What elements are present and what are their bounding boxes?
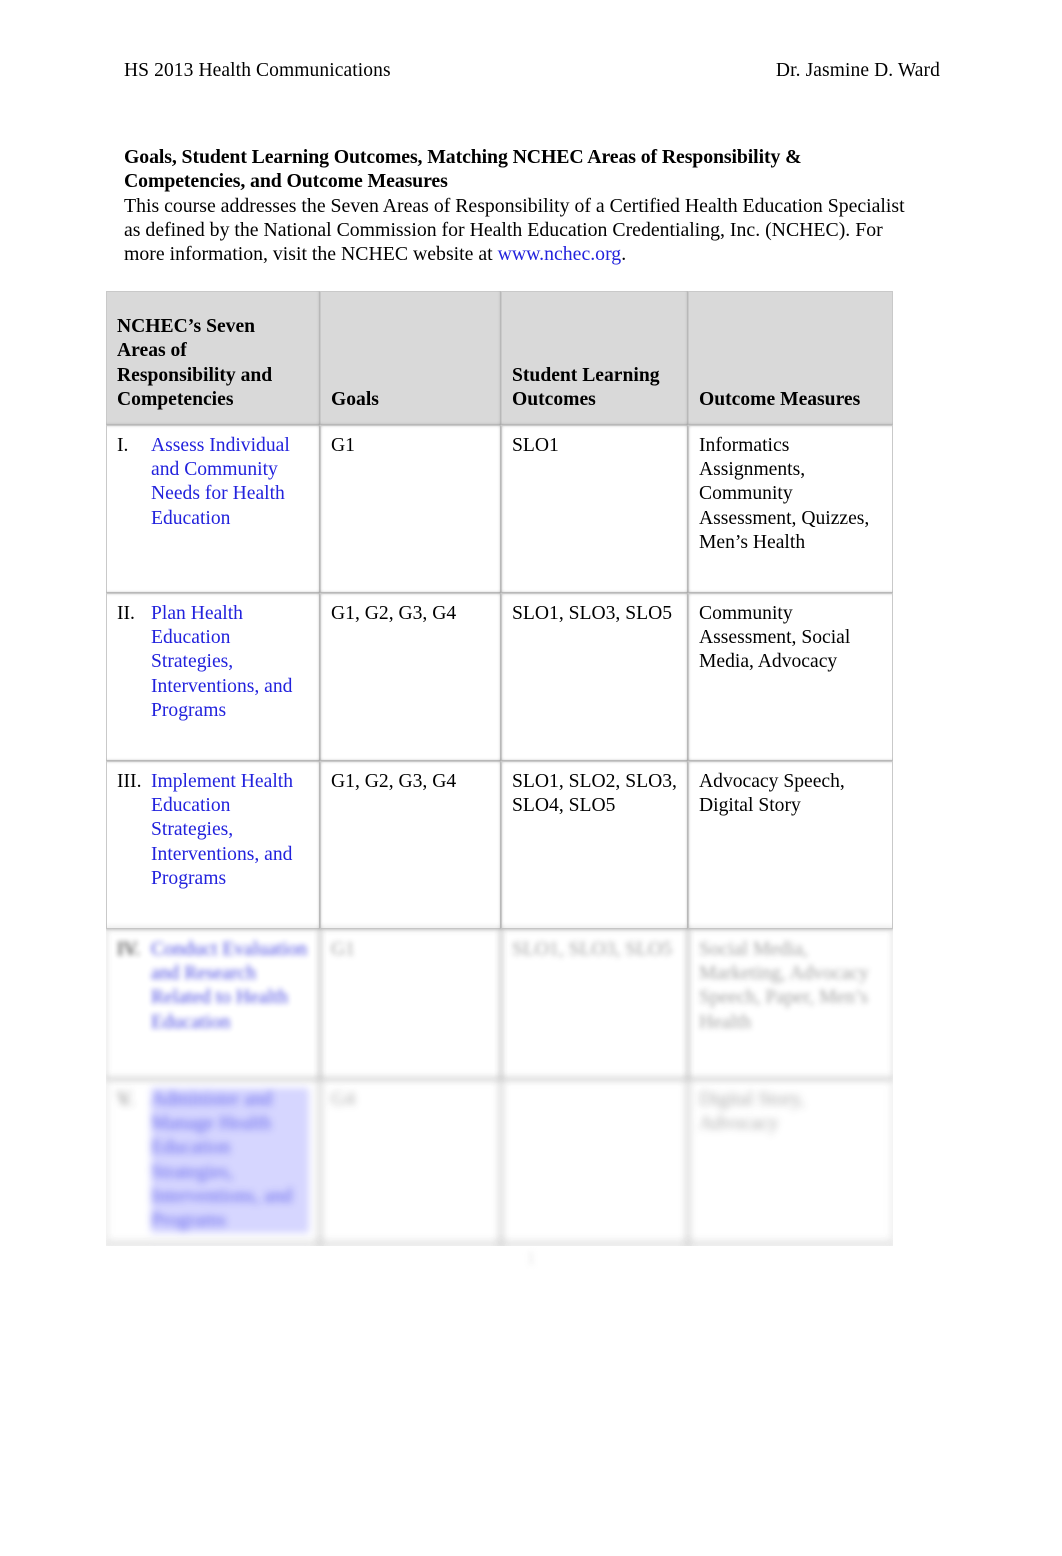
document-page: HS 2013 Health Communications Dr. Jasmin… bbox=[0, 0, 1062, 1556]
table-row: II. Plan Health Education Strategies, In… bbox=[106, 593, 893, 761]
column-header-areas-l4: Competencies bbox=[117, 388, 234, 410]
outcomes-table-wrapper: NCHEC’s Seven Areas of Responsibility an… bbox=[106, 291, 893, 1246]
cell-goals: G1 bbox=[320, 425, 501, 593]
cell-slos bbox=[501, 1079, 688, 1245]
column-header-slos-l2: Outcomes bbox=[512, 388, 596, 410]
cell-slos: SLO1, SLO3, SLO5 bbox=[501, 929, 688, 1079]
section-heading: Goals, Student Learning Outcomes, Matchi… bbox=[124, 145, 914, 194]
cell-measures: Informatics Assignments, Community Asses… bbox=[688, 425, 893, 593]
table-row: V. Administer and Manage Health Educatio… bbox=[106, 1079, 893, 1245]
table-row: VI. Serve as a Health Education Resource… bbox=[106, 1244, 893, 1246]
cell-measures: Community Assessment, Social Media, Advo… bbox=[688, 593, 893, 761]
cell-area: III. Implement Health Education Strategi… bbox=[106, 761, 320, 929]
cell-area: II. Plan Health Education Strategies, In… bbox=[106, 593, 320, 761]
cell-measures: Social Media, Marketing, Advocacy Speech… bbox=[688, 929, 893, 1079]
row-numeral: V. bbox=[117, 1089, 134, 1110]
column-header-areas-l3: Responsibility and bbox=[117, 364, 273, 386]
row-area-label: Assess Individual and Community Needs fo… bbox=[151, 435, 290, 529]
row-numeral: IV. bbox=[117, 939, 141, 960]
cell-goals: G1, G2, G3 bbox=[320, 1244, 501, 1246]
cell-goals: G1, G2, G3, G4 bbox=[320, 593, 501, 761]
cell-slos: SLO1 bbox=[501, 425, 688, 593]
column-header-measures: Outcome Measures bbox=[688, 291, 893, 425]
page-number: 1 bbox=[526, 1248, 536, 1268]
cell-slos: SLO1, SLO2, SLO3, SLO4, SLO5 bbox=[501, 1244, 688, 1246]
row-numeral: I. bbox=[117, 435, 129, 456]
table-row: I. Assess Individual and Community Needs… bbox=[106, 425, 893, 593]
section-heading-line-2: Competencies, and Outcome Measures bbox=[124, 170, 448, 193]
column-header-areas-l1: NCHEC’s Seven bbox=[117, 316, 256, 338]
cell-slos: SLO1, SLO3, SLO5 bbox=[501, 593, 688, 761]
nchec-website-link[interactable]: www.nchec.org bbox=[498, 243, 622, 265]
row-area-label: Administer and Manage Health Education S… bbox=[151, 1088, 309, 1234]
cell-area: VI. Serve as a Health Education Resource… bbox=[106, 1244, 320, 1246]
section-heading-line-1: Goals, Student Learning Outcomes, Matchi… bbox=[124, 146, 802, 168]
row-numeral: III. bbox=[117, 771, 142, 792]
column-header-areas-l2: Areas of bbox=[117, 340, 187, 362]
row-area-label: Implement Health Education Strategies, I… bbox=[151, 771, 294, 889]
header-instructor-name: Dr. Jasmine D. Ward bbox=[775, 60, 940, 81]
header-course-title: HS 2013 Health Communications bbox=[124, 60, 391, 81]
cell-goals: G1 bbox=[320, 929, 501, 1079]
column-header-slos-l1: Student Learning bbox=[512, 364, 660, 386]
cell-goals: G1, G2, G3, G4 bbox=[320, 761, 501, 929]
running-header: HS 2013 Health Communications Dr. Jasmin… bbox=[124, 58, 940, 84]
cell-area: V. Administer and Manage Health Educatio… bbox=[106, 1079, 320, 1245]
intro-block: Goals, Student Learning Outcomes, Matchi… bbox=[124, 145, 914, 266]
cell-slos: SLO1, SLO2, SLO3, SLO4, SLO5 bbox=[501, 761, 688, 929]
cell-measures: Informatics Assignments, Community Asses… bbox=[688, 1244, 893, 1246]
cell-area: I. Assess Individual and Community Needs… bbox=[106, 425, 320, 593]
intro-paragraph-tail: . bbox=[621, 243, 627, 266]
column-header-slos: Student Learning Outcomes bbox=[501, 291, 688, 425]
table-row: III. Implement Health Education Strategi… bbox=[106, 761, 893, 929]
cell-area: IV. Conduct Evaluation and Research Rela… bbox=[106, 929, 320, 1079]
column-header-areas: NCHEC’s Seven Areas of Responsibility an… bbox=[106, 291, 320, 425]
intro-paragraph: This course addresses the Seven Areas of… bbox=[124, 194, 914, 267]
table-row: IV. Conduct Evaluation and Research Rela… bbox=[106, 929, 893, 1079]
row-numeral: II. bbox=[117, 603, 135, 624]
cell-measures: Advocacy Speech, Digital Story bbox=[688, 761, 893, 929]
cell-goals: G4 bbox=[320, 1079, 501, 1245]
row-area-label: Plan Health Education Strategies, Interv… bbox=[151, 603, 293, 721]
column-header-goals: Goals bbox=[320, 291, 501, 425]
table-header-row: NCHEC’s Seven Areas of Responsibility an… bbox=[106, 291, 893, 425]
row-area-label: Conduct Evaluation and Research Related … bbox=[151, 939, 308, 1033]
cell-measures: Digital Story, Advocacy bbox=[688, 1079, 893, 1245]
outcomes-matrix-table: NCHEC’s Seven Areas of Responsibility an… bbox=[106, 291, 893, 1246]
